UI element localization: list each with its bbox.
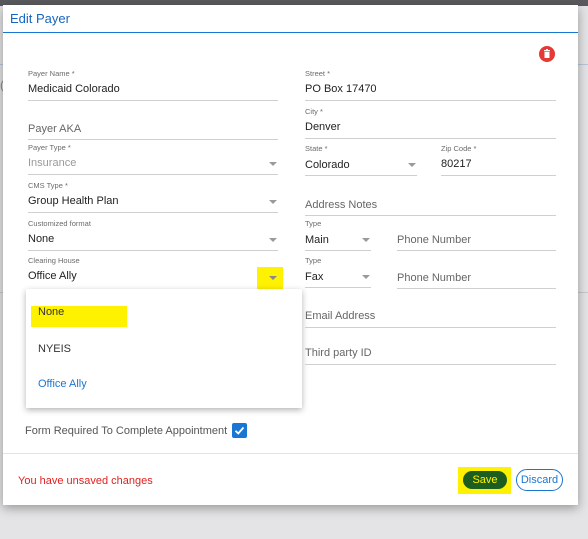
field-underline	[305, 327, 556, 328]
field-underline	[305, 175, 417, 176]
field-underline	[305, 364, 556, 365]
phone-number-placeholder: Phone Number	[397, 234, 471, 246]
phone-type-label: Type	[305, 219, 322, 228]
clearing-house-label: Clearing House	[28, 256, 80, 265]
chevron-down-icon	[362, 275, 370, 279]
customized-format-label: Customized format	[28, 219, 91, 228]
street-field[interactable]: Street * PO Box 17470	[305, 69, 556, 101]
city-value: Denver	[305, 121, 341, 133]
state-label: State *	[305, 144, 328, 153]
check-icon	[234, 426, 245, 435]
clearing-house-value: Office Ally	[28, 270, 77, 282]
field-underline	[305, 138, 556, 139]
field-underline	[28, 250, 278, 251]
payer-type-select[interactable]: Payer Type * Insurance	[28, 143, 278, 175]
trash-icon	[544, 49, 550, 58]
field-underline	[397, 250, 556, 251]
unsaved-changes-message: You have unsaved changes	[18, 475, 153, 487]
payer-aka-placeholder: Payer AKA	[28, 123, 82, 135]
zip-code-field[interactable]: Zip Code * 80217	[441, 144, 556, 176]
payer-name-value: Medicaid Colorado	[28, 83, 120, 95]
dialog-header: Edit Payer	[3, 5, 578, 33]
payer-aka-field[interactable]: Payer AKA	[28, 121, 278, 143]
phone-number-field[interactable]: Phone Number	[397, 272, 556, 289]
city-label: City *	[305, 107, 323, 116]
cms-type-label: CMS Type *	[28, 181, 68, 190]
zip-code-label: Zip Code *	[441, 144, 477, 153]
field-underline	[305, 215, 556, 216]
third-party-id-placeholder: Third party ID	[305, 347, 372, 359]
payer-type-label: Payer Type *	[28, 143, 71, 152]
edit-payer-dialog: Edit Payer Payer Name * Medicaid Colorad…	[3, 5, 578, 505]
dropdown-option-nyeis[interactable]: NYEIS	[38, 343, 71, 355]
field-underline	[28, 212, 278, 213]
field-underline	[397, 288, 556, 289]
field-underline	[305, 287, 371, 288]
field-underline	[28, 139, 278, 140]
delete-button[interactable]	[539, 46, 555, 62]
phone-number-placeholder: Phone Number	[397, 272, 471, 284]
email-address-field[interactable]: Email Address	[305, 310, 556, 328]
clearing-house-dropdown: None NYEIS Office Ally	[26, 289, 302, 408]
street-label: Street *	[305, 69, 331, 78]
dialog-title: Edit Payer	[10, 11, 70, 26]
customized-format-value: None	[28, 233, 55, 245]
field-underline	[305, 100, 556, 101]
field-underline	[28, 174, 278, 175]
dropdown-option-none[interactable]: None	[38, 306, 64, 318]
zip-code-value: 80217	[441, 158, 472, 170]
chevron-down-icon	[269, 238, 277, 242]
field-underline	[441, 175, 556, 176]
dropdown-option-office-ally[interactable]: Office Ally	[38, 378, 87, 390]
third-party-id-field[interactable]: Third party ID	[305, 347, 556, 365]
phone-number-field[interactable]: Phone Number	[397, 234, 556, 251]
form-required-label: Form Required To Complete Appointment	[25, 425, 228, 437]
phone-type-select-main[interactable]: Type Main	[305, 219, 371, 251]
address-notes-placeholder: Address Notes	[305, 199, 378, 211]
phone-type-value: Fax	[305, 271, 324, 283]
field-underline	[305, 250, 371, 251]
discard-button[interactable]: Discard	[516, 469, 563, 491]
street-value: PO Box 17470	[305, 83, 377, 95]
state-value: Colorado	[305, 159, 350, 171]
address-notes-field[interactable]: Address Notes	[305, 197, 556, 219]
city-field[interactable]: City * Denver	[305, 107, 556, 139]
chevron-down-icon[interactable]	[269, 276, 277, 280]
chevron-down-icon	[362, 238, 370, 242]
clearing-house-select[interactable]: Clearing House Office Ally	[28, 256, 278, 288]
state-select[interactable]: State * Colorado	[305, 144, 417, 176]
save-button[interactable]: Save	[463, 471, 507, 489]
payer-name-label: Payer Name *	[28, 69, 75, 78]
chevron-down-icon	[408, 163, 416, 167]
cms-type-value: Group Health Plan	[28, 195, 119, 207]
field-underline	[28, 100, 278, 101]
cms-type-select[interactable]: CMS Type * Group Health Plan	[28, 181, 278, 213]
form-required-checkbox[interactable]	[232, 423, 247, 438]
customized-format-select[interactable]: Customized format None	[28, 219, 278, 251]
chevron-down-icon	[269, 162, 277, 166]
footer-divider	[3, 453, 578, 454]
chevron-down-icon	[269, 200, 277, 204]
phone-type-select-fax[interactable]: Type Fax	[305, 256, 371, 288]
email-address-placeholder: Email Address	[305, 310, 376, 322]
payer-type-value: Insurance	[28, 157, 77, 169]
phone-type-value: Main	[305, 234, 329, 246]
phone-type-label: Type	[305, 256, 322, 265]
payer-name-field[interactable]: Payer Name * Medicaid Colorado	[28, 69, 278, 101]
